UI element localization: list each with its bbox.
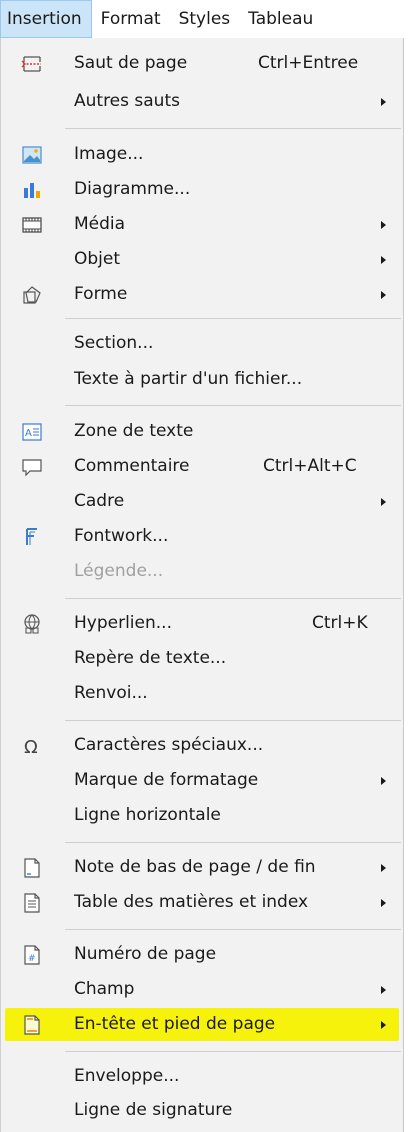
submenu-arrow-icon: [381, 498, 386, 506]
submenu-arrow-icon: [381, 899, 386, 907]
menu-item-label: Renvoi...: [74, 683, 148, 703]
submenu-arrow-icon: [381, 777, 386, 785]
menu-item-label: Commentaire: [74, 456, 190, 476]
footnote-icon: [21, 857, 43, 879]
menu-item-label: Ligne horizontale: [74, 805, 221, 825]
image-icon: [21, 144, 43, 166]
separator: [65, 318, 401, 319]
menu-item-label: Section...: [74, 333, 154, 353]
shape-icon: [21, 284, 43, 306]
menu-item-label: Champ: [74, 979, 135, 999]
separator: [65, 720, 401, 721]
menu-item-label: Image...: [74, 144, 144, 164]
separator: [65, 842, 401, 843]
menu-item-label: Autres sauts: [74, 91, 180, 111]
menu-item-note-de-bas-de-page[interactable]: Note de bas de page / de fin: [1, 851, 403, 884]
menu-item-label: Caractères spéciaux...: [74, 735, 264, 755]
svg-text:Ω: Ω: [24, 737, 38, 757]
menu-item-texte-fichier[interactable]: Texte à partir d'un fichier...: [1, 363, 403, 396]
submenu-arrow-icon: [381, 98, 386, 106]
media-icon: [21, 214, 43, 236]
separator: [65, 1051, 401, 1052]
menu-item-forme[interactable]: Forme: [1, 278, 403, 311]
menu-insertion[interactable]: Insertion: [0, 0, 92, 38]
menu-item-label: Enveloppe...: [74, 1066, 180, 1086]
fontwork-icon: [21, 526, 43, 548]
menu-item-label: Ligne de signature: [74, 1100, 233, 1120]
menu-item-label: Table des matières et index: [74, 892, 309, 912]
chart-icon: [21, 179, 43, 201]
menu-item-hyperlien[interactable]: Hyperlien... Ctrl+K: [1, 607, 403, 640]
menu-item-zone-de-texte[interactable]: A Zone de texte: [1, 415, 403, 448]
menu-item-label: Média: [74, 214, 126, 234]
menu-item-champ[interactable]: Champ: [1, 973, 403, 1006]
svg-text:A: A: [25, 428, 32, 439]
submenu-arrow-icon: [381, 256, 386, 264]
comment-icon: [21, 456, 43, 478]
menu-item-numero-de-page[interactable]: # Numéro de page: [1, 938, 403, 971]
menu-format[interactable]: Format: [92, 0, 170, 38]
header-footer-icon: [21, 1014, 43, 1036]
menu-item-image[interactable]: Image...: [1, 138, 403, 171]
menu-item-ligne-de-signature[interactable]: Ligne de signature: [1, 1094, 403, 1127]
menu-item-enveloppe[interactable]: Enveloppe...: [1, 1060, 403, 1093]
separator: [65, 405, 401, 406]
hyperlink-icon: [21, 613, 43, 635]
menu-item-table-des-matieres[interactable]: Table des matières et index: [1, 886, 403, 919]
separator: [65, 929, 401, 930]
submenu-arrow-icon: [381, 291, 386, 299]
shortcut-label: Ctrl+Alt+C: [263, 456, 357, 476]
menu-item-label: Forme: [74, 284, 128, 304]
menu-item-autres-sauts[interactable]: Autres sauts: [1, 85, 403, 118]
toc-icon: [21, 892, 43, 914]
menu-item-label: En-tête et pied de page: [74, 1014, 276, 1034]
menu-item-repere-de-texte[interactable]: Repère de texte...: [1, 642, 403, 675]
menu-item-saut-de-page[interactable]: Saut de page Ctrl+Entree: [1, 47, 403, 80]
menu-item-en-tete-et-pied-de-page[interactable]: En-tête et pied de page: [5, 1008, 399, 1041]
menu-item-fontwork[interactable]: Fontwork...: [1, 520, 403, 553]
menu-item-label: Objet: [74, 249, 121, 269]
page-break-icon: [21, 53, 43, 75]
menu-item-label: Repère de texte...: [74, 648, 227, 668]
menu-item-label: Légende...: [74, 561, 164, 581]
menu-item-label: Zone de texte: [74, 421, 194, 441]
menu-item-label: Cadre: [74, 491, 125, 511]
text-box-icon: A: [21, 421, 43, 443]
submenu-arrow-icon: [381, 1021, 386, 1029]
submenu-arrow-icon: [381, 864, 386, 872]
menu-item-label: Texte à partir d'un fichier...: [74, 369, 303, 389]
menu-item-caracteres-speciaux[interactable]: Ω Caractères spéciaux...: [1, 729, 403, 762]
menu-item-legende: Légende...: [1, 555, 403, 588]
separator: [65, 128, 401, 129]
separator: [65, 598, 401, 599]
menu-item-label: Fontwork...: [74, 526, 169, 546]
menu-tableau[interactable]: Tableau: [239, 0, 322, 38]
shortcut-label: Ctrl+K: [312, 613, 368, 633]
shortcut-label: Ctrl+Entree: [258, 53, 359, 73]
menu-item-objet[interactable]: Objet: [1, 243, 403, 276]
menu-item-label: Saut de page: [74, 53, 188, 73]
menu-item-cadre[interactable]: Cadre: [1, 485, 403, 518]
submenu-arrow-icon: [381, 221, 386, 229]
menu-item-label: Diagramme...: [74, 179, 191, 199]
menu-styles[interactable]: Styles: [170, 0, 240, 38]
menu-item-label: Hyperlien...: [74, 613, 172, 633]
menu-item-label: Numéro de page: [74, 944, 217, 964]
menu-item-media[interactable]: Média: [1, 208, 403, 241]
menu-bar: Insertion Format Styles Tableau: [0, 0, 408, 38]
submenu-arrow-icon: [381, 986, 386, 994]
page-number-icon: #: [21, 944, 43, 966]
menu-item-renvoi[interactable]: Renvoi...: [1, 677, 403, 710]
menu-item-label: Note de bas de page / de fin: [74, 857, 316, 877]
menu-item-commentaire[interactable]: Commentaire Ctrl+Alt+C: [1, 450, 403, 483]
menu-item-label: Marque de formatage: [74, 770, 259, 790]
menu-item-section[interactable]: Section...: [1, 327, 403, 360]
svg-text:#: #: [28, 954, 36, 964]
menu-item-diagramme[interactable]: Diagramme...: [1, 173, 403, 206]
insertion-dropdown-menu: Saut de page Ctrl+Entree Autres sauts Im…: [0, 38, 404, 1132]
menu-item-ligne-horizontale[interactable]: Ligne horizontale: [1, 799, 403, 832]
menu-item-marque-de-formatage[interactable]: Marque de formatage: [1, 764, 403, 797]
omega-icon: Ω: [21, 735, 43, 757]
